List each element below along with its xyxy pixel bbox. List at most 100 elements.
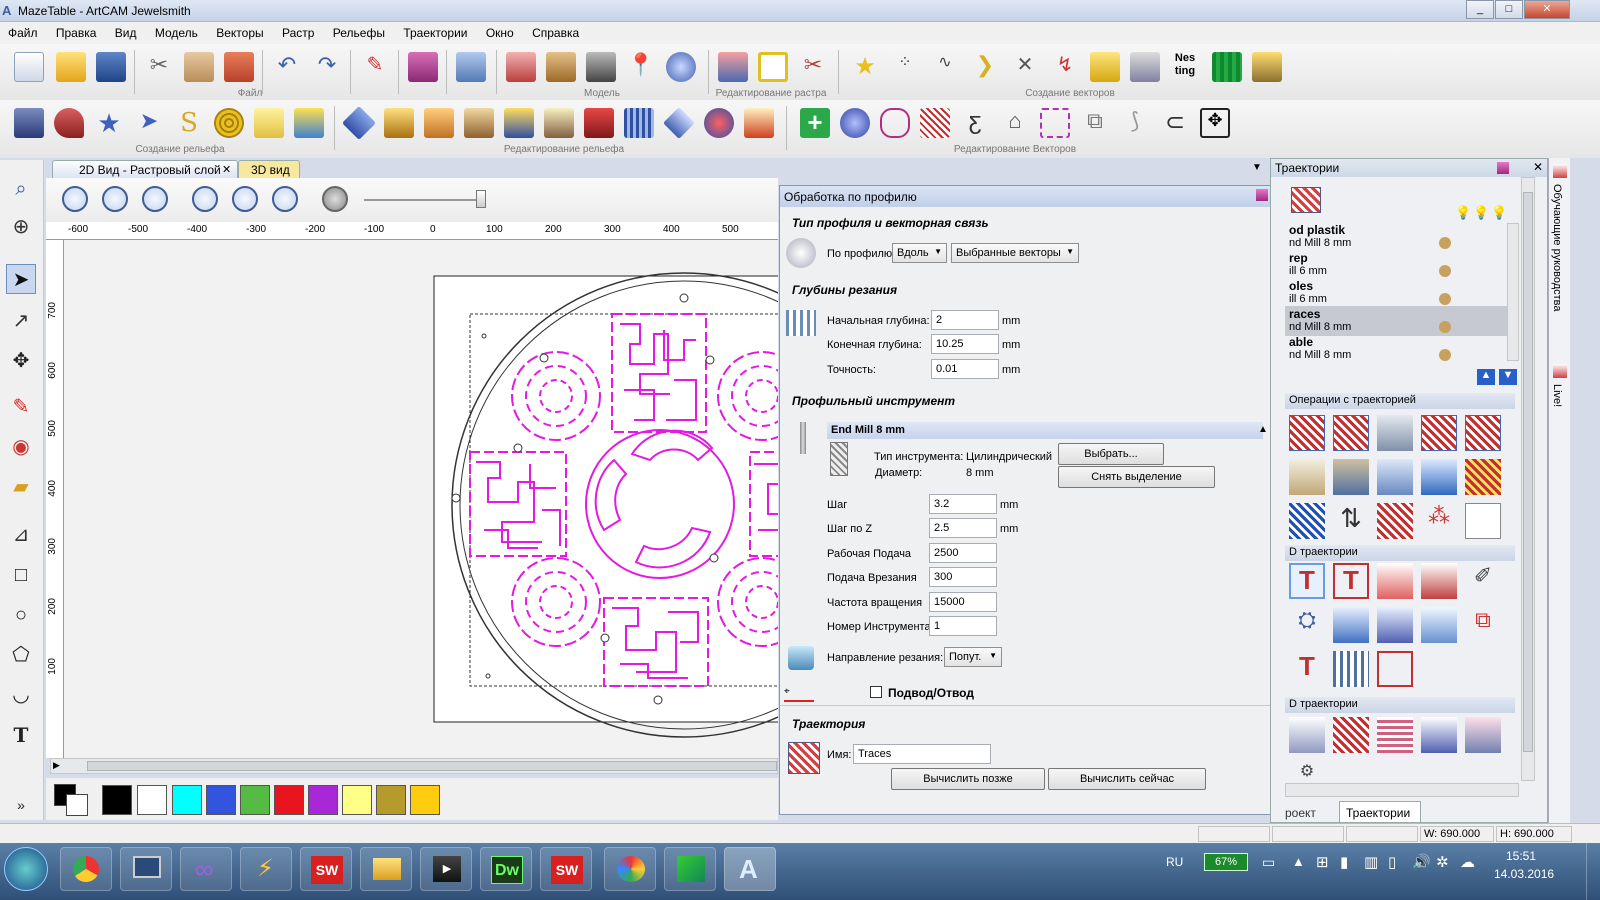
op-toolpath-icon[interactable]	[1421, 415, 1457, 451]
2d-engrave-icon[interactable]: ✐	[1465, 563, 1501, 599]
op-toolpath-icon[interactable]: ⇅	[1333, 503, 1369, 539]
maze-table-drawing[interactable]	[64, 240, 778, 758]
cut-icon[interactable]: ✂	[144, 52, 174, 82]
spindle-speed-input[interactable]: 15000	[929, 592, 997, 612]
model-teddy-icon[interactable]	[506, 52, 536, 82]
op-toolpath-icon[interactable]	[1289, 415, 1325, 451]
2d-machine-icon[interactable]: ⛭	[1289, 607, 1325, 643]
pencil-icon[interactable]: ✎	[6, 392, 36, 422]
paint-bucket-icon[interactable]: ◉	[6, 432, 36, 462]
menu-raster[interactable]: Растр	[274, 22, 321, 40]
tray-settings-icon[interactable]: ✲	[1436, 853, 1449, 871]
3d-rough-icon[interactable]	[1333, 717, 1369, 753]
tray-cloud-icon[interactable]: ☁	[1460, 853, 1475, 871]
text-tool-icon[interactable]: T	[6, 720, 36, 750]
toolpath-status-dot[interactable]	[1439, 321, 1451, 333]
canvas-scroll-thumb[interactable]	[87, 761, 777, 771]
tab-project[interactable]: роект	[1285, 803, 1337, 823]
color-swatch-black[interactable]	[102, 785, 132, 815]
tray-windows-icon[interactable]: ⊞	[1316, 853, 1329, 871]
tool-collapse-icon[interactable]: ▲	[1258, 424, 1268, 435]
start-depth-input[interactable]: 2	[931, 310, 999, 330]
drawing-canvas[interactable]	[64, 240, 778, 758]
vector-arc-icon[interactable]: ❯	[970, 52, 1000, 82]
minimize-button[interactable]: _	[1466, 0, 1494, 19]
3d-pencil-icon[interactable]	[1465, 717, 1501, 753]
relief-star-badge-icon[interactable]	[704, 108, 734, 138]
zoom-out-icon[interactable]	[102, 186, 128, 212]
taskbar-solidworks-2[interactable]: SW	[540, 847, 592, 891]
relief-smooth-icon[interactable]	[464, 108, 494, 138]
relief-ruler-icon[interactable]	[744, 108, 774, 138]
relief-arch-icon[interactable]	[544, 108, 574, 138]
relief-knot-icon[interactable]	[214, 108, 244, 138]
relief-star-icon[interactable]: ★	[94, 108, 124, 138]
vector-cross-icon[interactable]: ✕	[1010, 52, 1040, 82]
color-swatch-gold[interactable]	[410, 785, 440, 815]
select-tool-button[interactable]: Выбрать...	[1058, 443, 1164, 465]
zoom-previous-icon[interactable]	[142, 186, 168, 212]
tray-device-icon[interactable]: ▯	[1388, 853, 1396, 871]
toolpath-status-dot[interactable]	[1439, 293, 1451, 305]
op-toolpath-icon[interactable]	[1289, 459, 1325, 495]
taskbar-visual-studio[interactable]: ∞	[180, 847, 232, 891]
color-swatch-cyan[interactable]	[172, 785, 202, 815]
tray-app-icon[interactable]: ▮	[1340, 853, 1348, 871]
taskbar-solidworks-1[interactable]: SW	[300, 847, 352, 891]
close-window-button[interactable]: ✕	[1524, 0, 1570, 19]
redo-icon[interactable]: ↷	[312, 52, 342, 82]
color-swatch-white[interactable]	[137, 785, 167, 815]
tray-icon[interactable]: ▭	[1262, 854, 1275, 871]
opacity-slider-track[interactable]	[364, 199, 484, 201]
color-swatch-purple[interactable]	[308, 785, 338, 815]
menu-window[interactable]: Окно	[478, 22, 521, 40]
tolerance-input[interactable]: 0.01	[931, 359, 999, 379]
plunge-rate-input[interactable]: 300	[929, 567, 997, 587]
vector-fit-icon[interactable]: ✥	[1200, 108, 1230, 138]
relief-box-icon[interactable]	[504, 108, 534, 138]
toolpath-item[interactable]: rep ill 6 mm	[1289, 251, 1327, 277]
vector-star-icon[interactable]: ★	[850, 52, 880, 82]
battery-indicator[interactable]: 67%	[1204, 853, 1248, 871]
2d-smart-engrave-icon[interactable]	[1377, 651, 1413, 687]
3d-zlevel-icon[interactable]	[1377, 717, 1413, 753]
move-up-arrow-icon[interactable]: ▲	[1477, 369, 1495, 385]
group-3d-toolpaths[interactable]: D траектории	[1285, 697, 1515, 713]
menu-vectors[interactable]: Векторы	[208, 22, 270, 40]
taskbar-lightning-app[interactable]: ⚡	[240, 847, 292, 891]
polyline-icon[interactable]: ⊿	[6, 520, 36, 550]
vector-wave-icon[interactable]	[920, 108, 950, 138]
raster-paint-icon[interactable]	[718, 52, 748, 82]
2d-profile-icon[interactable]: T	[1289, 563, 1325, 599]
2d-area-clear-icon[interactable]: T	[1333, 563, 1369, 599]
vector-join-icon[interactable]: ⟆	[1120, 108, 1150, 138]
op-toolpath-icon[interactable]	[1289, 503, 1325, 539]
pencil-edit-icon[interactable]: ✎	[360, 52, 390, 82]
lead-in-checkbox[interactable]	[870, 686, 882, 698]
toolpath-item[interactable]: od plastik nd Mill 8 mm	[1289, 223, 1351, 249]
toolpaths-panel-scroll-thumb[interactable]	[1523, 192, 1533, 752]
vector-merge-icon[interactable]	[1252, 52, 1282, 82]
polygon-icon[interactable]: ⬠	[6, 640, 36, 670]
paste-icon[interactable]	[224, 52, 254, 82]
vector-path-icon[interactable]: ∿	[930, 52, 960, 82]
op-toolpath-icon[interactable]	[1465, 415, 1501, 451]
group-2d-toolpaths[interactable]: D траектории	[1285, 545, 1515, 561]
profile-side-select[interactable]: Вдоль	[892, 243, 947, 263]
2d-inlay-icon[interactable]	[1333, 607, 1369, 643]
op-toolpath-icon[interactable]	[1421, 459, 1457, 495]
stepover-input[interactable]: 3.2	[929, 494, 997, 514]
tool-number-input[interactable]: 1	[929, 616, 997, 636]
vector-add-icon[interactable]: +	[800, 108, 830, 138]
secondary-color-swatch[interactable]	[66, 794, 88, 816]
calculate-now-button[interactable]: Вычислить сейчас	[1048, 768, 1206, 790]
menu-toolpaths[interactable]: Траектории	[395, 22, 474, 40]
bulb-icons-row[interactable]: 💡💡💡	[1455, 205, 1510, 221]
relief-splash-icon[interactable]	[294, 108, 324, 138]
zoom-box-icon[interactable]: ⌕	[6, 174, 36, 204]
book-icon[interactable]	[408, 52, 438, 82]
menu-reliefs[interactable]: Рельефы	[325, 22, 392, 40]
taskbar-explorer[interactable]	[360, 847, 412, 891]
canvas-horizontal-scrollbar[interactable]: ▶	[50, 758, 778, 774]
tabs-dropdown-icon[interactable]: ▼	[1252, 162, 1262, 173]
